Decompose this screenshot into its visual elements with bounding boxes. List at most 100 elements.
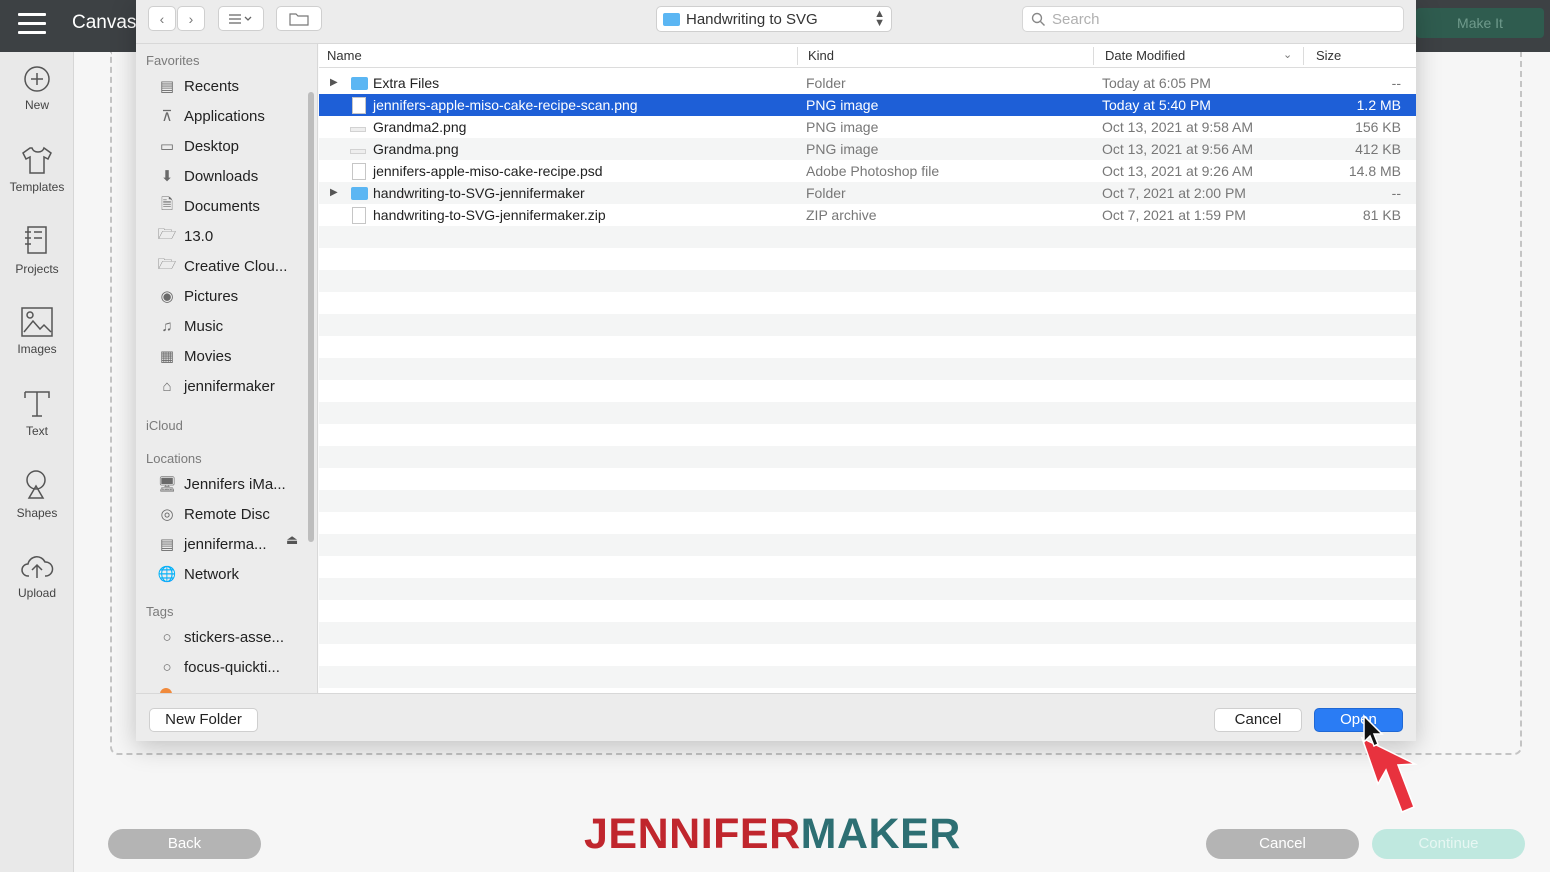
nav-label: Templates: [9, 180, 65, 194]
sidebar-item-tag-stickers[interactable]: ○ stickers-asse...: [156, 625, 306, 649]
sidebar-item-label: Movies: [184, 347, 232, 365]
empty-row: [319, 666, 1416, 688]
new-folder-button[interactable]: New Folder: [149, 708, 258, 732]
nav-upload[interactable]: Upload: [0, 552, 74, 600]
file-list: Name Kind Date Modified ⌄ Size ▶ Extra F…: [319, 44, 1416, 693]
forward-nav-button[interactable]: ›: [177, 6, 205, 31]
column-divider: [1093, 47, 1094, 65]
file-name: Extra Files: [373, 75, 440, 91]
continue-button[interactable]: Continue: [1372, 829, 1525, 859]
sidebar-item-jennifermaker[interactable]: ⌂ jennifermaker: [156, 374, 306, 398]
updown-chevron-icon: ▲ ▼: [874, 8, 885, 29]
dialog-toolbar: ‹ › Handwriting to SVG ▲ ▼ Search: [136, 0, 1416, 44]
empty-row: [319, 314, 1416, 336]
chevron-left-icon: ‹: [159, 10, 165, 27]
tshirt-icon: [22, 146, 52, 174]
file-row-psd[interactable]: jennifers-apple-miso-cake-recipe.psd Ado…: [319, 160, 1416, 182]
file-kind: Folder: [806, 185, 846, 201]
file-kind: Adobe Photoshop file: [806, 163, 940, 179]
sidebar-item-pictures[interactable]: ◉ Pictures: [156, 284, 306, 308]
sidebar-item-label: Documents: [184, 197, 260, 215]
sidebar-item-jenniferma-drive[interactable]: ▤ jenniferma... ⏏: [156, 532, 306, 556]
search-input[interactable]: Search: [1022, 6, 1404, 32]
folder-outline-icon: [289, 12, 309, 26]
nav-images[interactable]: Images: [0, 306, 74, 356]
nav-projects[interactable]: Projects: [0, 224, 74, 276]
file-date: Oct 7, 2021 at 2:00 PM: [1102, 185, 1246, 201]
sidebar-item-label: focus-quickti...: [184, 658, 280, 676]
file-name: Grandma2.png: [373, 119, 467, 135]
disclosure-triangle-icon[interactable]: ▶: [330, 182, 338, 204]
column-name[interactable]: Name: [327, 44, 362, 68]
file-size: 14.8 MB: [1348, 163, 1401, 179]
make-it-button[interactable]: Make It: [1416, 8, 1544, 38]
nav-new[interactable]: New: [0, 64, 74, 112]
file-size: --: [1391, 185, 1401, 201]
dialog-cancel-button[interactable]: Cancel: [1214, 708, 1302, 732]
folder-icon: [351, 187, 368, 200]
sidebar-item-jennifers-imac[interactable]: 🖥 Jennifers iMa...: [156, 472, 306, 496]
file-row-extra-files[interactable]: ▶ Extra Files Folder Today at 6:05 PM --: [319, 72, 1416, 94]
sidebar-item-13-0[interactable]: 🗁 13.0: [156, 224, 306, 248]
cancel-button[interactable]: Cancel: [1206, 829, 1359, 859]
sidebar-item-remote-disc[interactable]: ◎ Remote Disc: [156, 502, 306, 526]
drive-icon: ▤: [159, 536, 175, 553]
folder-icon: 🗁: [157, 255, 177, 273]
file-row-selected[interactable]: jennifers-apple-miso-cake-recipe-scan.pn…: [319, 94, 1416, 116]
sidebar-item-label: 13.0: [184, 227, 214, 245]
plus-circle-icon: [24, 66, 50, 92]
file-kind: PNG image: [806, 141, 879, 157]
empty-row: [319, 534, 1416, 556]
tags-header: Tags: [146, 604, 174, 619]
sidebar-item-network[interactable]: 🌐 Network: [156, 562, 306, 586]
empty-row: [319, 270, 1416, 292]
nav-shapes[interactable]: Shapes: [0, 468, 74, 520]
sidebar-item-applications[interactable]: ⊼ Applications: [156, 104, 306, 128]
file-size: 156 KB: [1355, 119, 1401, 135]
file-row-grandma[interactable]: Grandma.png PNG image Oct 13, 2021 at 9:…: [319, 138, 1416, 160]
empty-row: [319, 578, 1416, 600]
sidebar-item-tag-focus[interactable]: ○ focus-quickti...: [156, 655, 306, 679]
sidebar-item-movies[interactable]: ▦ Movies: [156, 344, 306, 368]
file-size: --: [1391, 75, 1401, 91]
image-icon: [21, 307, 53, 337]
sidebar-item-label: jenniferma...: [184, 535, 267, 553]
column-size[interactable]: Size: [1316, 44, 1341, 68]
file-name: Grandma.png: [373, 141, 459, 157]
sidebar-item-recents[interactable]: ▤ Recents: [156, 74, 306, 98]
sidebar-item-creative-cloud[interactable]: 🗁 Creative Clou...: [156, 254, 306, 278]
eject-icon[interactable]: ⏏: [286, 532, 298, 548]
dialog-footer: New Folder Cancel Open: [136, 693, 1416, 741]
sidebar-scrollbar[interactable]: [308, 92, 314, 542]
sidebar-item-downloads[interactable]: ⬇ Downloads: [156, 164, 306, 188]
view-options-button[interactable]: [218, 6, 264, 31]
downloads-icon: ⬇: [160, 168, 174, 185]
nav-templates[interactable]: Templates: [0, 144, 74, 194]
location-popup[interactable]: Handwriting to SVG ▲ ▼: [656, 6, 892, 32]
menu-icon[interactable]: [18, 13, 46, 37]
empty-row: [319, 446, 1416, 468]
sidebar-item-desktop[interactable]: ▭ Desktop: [156, 134, 306, 158]
sidebar-item-documents[interactable]: 🗎 Documents: [156, 194, 306, 218]
nav-text[interactable]: Text: [0, 388, 74, 438]
column-kind[interactable]: Kind: [808, 44, 834, 68]
file-kind: Folder: [806, 75, 846, 91]
disclosure-triangle-icon[interactable]: ▶: [330, 72, 338, 94]
open-file-dialog: ‹ › Handwriting to SVG ▲ ▼ Search Favorit…: [136, 0, 1416, 741]
documents-icon: 🗎: [160, 195, 174, 213]
back-nav-button[interactable]: ‹: [148, 6, 176, 31]
back-button[interactable]: Back: [108, 829, 261, 859]
sidebar-item-music[interactable]: ♫ Music: [156, 314, 306, 338]
file-row-zip[interactable]: handwriting-to-SVG-jennifermaker.zip ZIP…: [319, 204, 1416, 226]
file-row-handwriting-folder[interactable]: ▶ handwriting-to-SVG-jennifermaker Folde…: [319, 182, 1416, 204]
sidebar-item-label: Music: [184, 317, 224, 335]
disc-icon: ◎: [160, 506, 174, 523]
column-date-modified[interactable]: Date Modified: [1105, 44, 1185, 68]
nav-label: Images: [17, 342, 57, 356]
file-row-grandma2[interactable]: Grandma2.png PNG image Oct 13, 2021 at 9…: [319, 116, 1416, 138]
current-folder-label: Handwriting to SVG: [686, 10, 818, 28]
new-folder-toolbar-button[interactable]: [276, 6, 322, 31]
zip-file-icon: [352, 207, 366, 224]
sidebar-item-label: jennifermaker: [184, 377, 275, 395]
empty-row: [319, 622, 1416, 644]
